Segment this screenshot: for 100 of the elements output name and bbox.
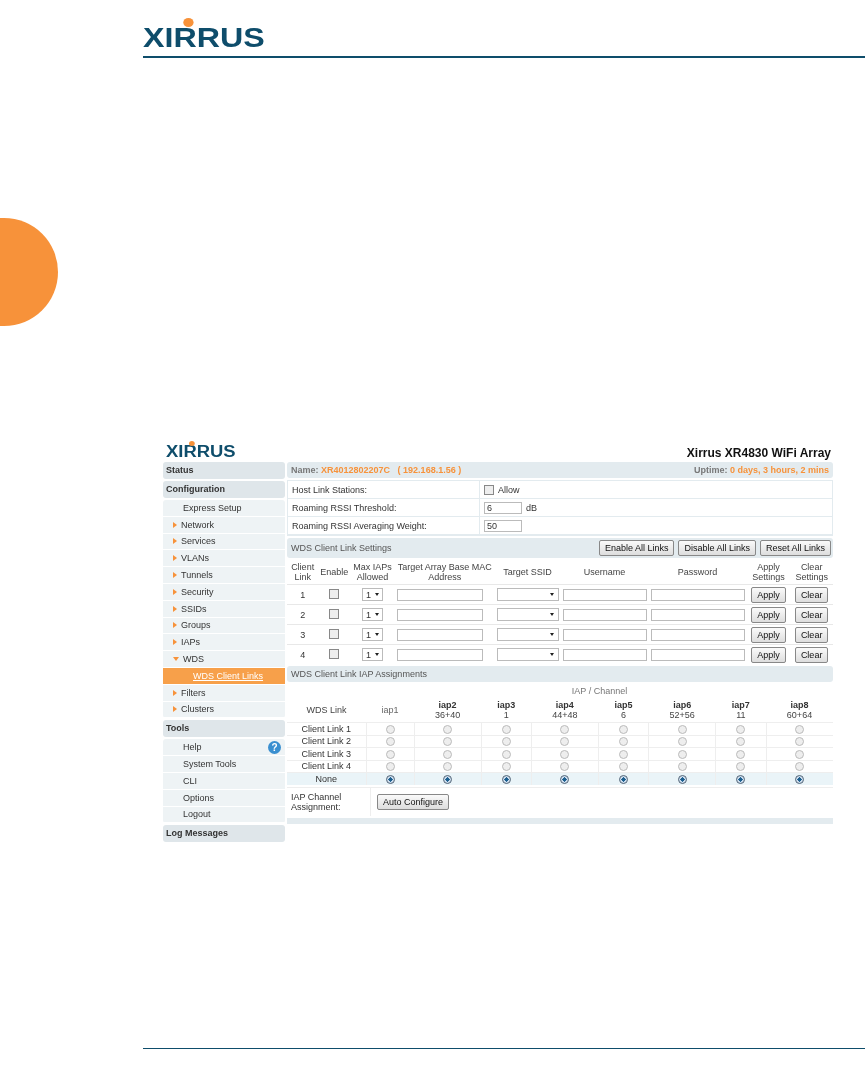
input-field[interactable]	[650, 608, 745, 621]
dropdown[interactable]	[496, 648, 559, 661]
radio-button[interactable]	[443, 737, 453, 747]
radio-button[interactable]	[443, 749, 453, 759]
radio-button[interactable]	[795, 762, 805, 772]
radio-button[interactable]	[501, 737, 511, 747]
radio-button[interactable]	[736, 724, 746, 734]
apply-button[interactable]: Apply	[751, 586, 786, 603]
radio-button[interactable]	[677, 774, 687, 784]
input-field[interactable]	[562, 648, 647, 661]
radio-button[interactable]	[795, 737, 805, 747]
sidebar-item[interactable]: Network	[163, 516, 285, 534]
radio-button[interactable]	[619, 737, 628, 747]
radio-button[interactable]	[501, 774, 511, 784]
radio-button[interactable]	[736, 737, 746, 747]
input-field[interactable]	[650, 588, 745, 601]
dropdown[interactable]: 1	[362, 588, 384, 601]
apply-button[interactable]: Apply	[751, 646, 786, 663]
radio-button[interactable]	[443, 724, 453, 734]
toolbar-button[interactable]: Reset All Links	[759, 540, 831, 556]
radio-button[interactable]	[795, 724, 805, 734]
radio-button[interactable]	[736, 774, 746, 784]
radio-button[interactable]	[560, 724, 570, 734]
sidebar-item[interactable]: Clusters	[163, 701, 285, 719]
dropdown[interactable]	[496, 628, 559, 641]
radio-button[interactable]	[619, 724, 628, 734]
radio-button[interactable]	[560, 762, 570, 772]
sidebar-item[interactable]: System Tools	[163, 756, 285, 773]
toolbar-button[interactable]: Enable All Links	[598, 540, 675, 556]
sidebar-item[interactable]: Express Setup	[163, 500, 285, 517]
apply-button[interactable]: Apply	[751, 626, 786, 643]
input-field[interactable]	[562, 588, 647, 601]
sidebar-item[interactable]: Filters	[163, 684, 285, 702]
radio-button[interactable]	[385, 774, 395, 784]
dropdown[interactable]: 1	[362, 628, 384, 641]
sidebar-item[interactable]: Security	[163, 584, 285, 601]
checkbox[interactable]	[329, 588, 340, 599]
radio-button[interactable]	[443, 774, 453, 784]
apply-button[interactable]: Apply	[751, 606, 786, 623]
input-field[interactable]	[650, 628, 745, 641]
radio-button[interactable]	[619, 762, 628, 772]
sidebar-section[interactable]: Configuration	[163, 481, 285, 498]
checkbox[interactable]	[484, 484, 494, 495]
input-field[interactable]	[396, 588, 483, 601]
radio-button[interactable]	[560, 774, 570, 784]
clear-button[interactable]: Clear	[794, 586, 829, 603]
checkbox[interactable]	[329, 648, 340, 659]
radio-button[interactable]	[677, 737, 687, 747]
radio-button[interactable]	[736, 762, 746, 772]
checkbox[interactable]	[329, 628, 340, 639]
input-field[interactable]: 6	[484, 501, 522, 514]
sidebar-item[interactable]: CLI	[163, 772, 285, 790]
input-field[interactable]	[396, 628, 483, 641]
input-field[interactable]	[396, 608, 483, 621]
sidebar-item[interactable]: Services	[163, 533, 285, 551]
dropdown[interactable]	[496, 588, 559, 601]
sidebar-item[interactable]: Logout	[163, 806, 285, 824]
clear-button[interactable]: Clear	[794, 626, 829, 643]
radio-button[interactable]	[501, 724, 511, 734]
sidebar-item[interactable]: WDS	[163, 651, 285, 668]
input-field[interactable]	[562, 608, 647, 621]
sidebar-item[interactable]: Groups	[163, 617, 285, 635]
radio-button[interactable]	[677, 724, 687, 734]
sidebar-section[interactable]: Log Messages	[163, 825, 285, 843]
sidebar-section[interactable]: Status	[163, 462, 285, 479]
clear-button[interactable]: Clear	[794, 646, 829, 663]
radio-button[interactable]	[501, 749, 511, 759]
sidebar-item[interactable]: Tunnels	[163, 567, 285, 584]
radio-button[interactable]	[677, 762, 687, 772]
sidebar-section[interactable]: Tools	[163, 720, 285, 738]
radio-button[interactable]	[385, 749, 395, 759]
dropdown[interactable]	[496, 608, 559, 621]
input-field[interactable]	[650, 648, 745, 661]
input-field[interactable]	[562, 628, 647, 641]
dropdown[interactable]: 1	[362, 648, 384, 661]
sidebar-item[interactable]: IAPs	[163, 634, 285, 652]
checkbox[interactable]	[329, 608, 340, 619]
radio-button[interactable]	[385, 724, 395, 734]
radio-button[interactable]	[677, 749, 687, 759]
radio-button[interactable]	[560, 737, 570, 747]
input-field[interactable]: 50	[484, 519, 522, 532]
clear-button[interactable]: Clear	[794, 606, 829, 623]
radio-button[interactable]	[385, 737, 395, 747]
toolbar-button[interactable]: Disable All Links	[678, 540, 756, 556]
radio-button[interactable]	[795, 749, 805, 759]
radio-button[interactable]	[736, 749, 746, 759]
radio-button[interactable]	[501, 762, 511, 772]
sidebar-item[interactable]: Help ?	[163, 739, 285, 757]
radio-button[interactable]	[619, 774, 628, 784]
sidebar-item[interactable]: Options	[163, 789, 285, 807]
sidebar-item[interactable]: SSIDs	[163, 600, 285, 618]
input-field[interactable]	[396, 648, 483, 661]
radio-button[interactable]	[385, 762, 395, 772]
radio-button[interactable]	[795, 774, 805, 784]
radio-button[interactable]	[443, 762, 453, 772]
radio-button[interactable]	[619, 749, 628, 759]
dropdown[interactable]: 1	[362, 608, 384, 621]
auto-configure-button[interactable]: Auto Configure	[377, 793, 450, 810]
radio-button[interactable]	[560, 749, 570, 759]
sidebar-item[interactable]: VLANs	[163, 550, 285, 568]
